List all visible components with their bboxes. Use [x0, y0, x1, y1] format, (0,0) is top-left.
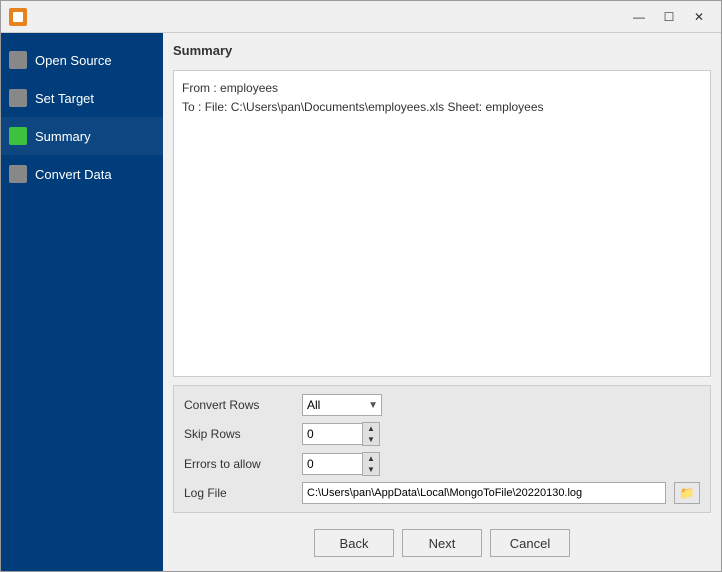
sidebar-item-summary[interactable]: Summary: [1, 117, 163, 155]
errors-spinner: ▲ ▼: [302, 452, 380, 476]
content-area: Summary From : employees To : File: C:\U…: [163, 33, 721, 571]
cancel-button[interactable]: Cancel: [490, 529, 570, 557]
app-icon-inner: [13, 12, 23, 22]
convert-rows-select[interactable]: All Custom: [302, 394, 382, 416]
log-file-browse-button[interactable]: 📁: [674, 482, 700, 504]
skip-rows-input[interactable]: [302, 423, 362, 445]
convert-rows-row: Convert Rows All Custom ▼: [184, 394, 700, 416]
skip-rows-spinner: ▲ ▼: [302, 422, 380, 446]
open-source-icon: [9, 51, 27, 69]
log-file-input[interactable]: [302, 482, 666, 504]
maximize-button[interactable]: ☐: [655, 6, 683, 28]
set-target-label: Set Target: [35, 91, 94, 106]
summary-to: To : File: C:\Users\pan\Documents\employ…: [182, 98, 702, 117]
skip-rows-label: Skip Rows: [184, 427, 294, 441]
skip-rows-row: Skip Rows ▲ ▼: [184, 422, 700, 446]
title-bar-left: [9, 8, 27, 26]
sidebar-item-set-target[interactable]: Set Target: [1, 79, 163, 117]
sidebar-item-convert-data[interactable]: Convert Data: [1, 155, 163, 193]
open-source-label: Open Source: [35, 53, 112, 68]
title-bar: — ☐ ✕: [1, 1, 721, 33]
close-button[interactable]: ✕: [685, 6, 713, 28]
back-button[interactable]: Back: [314, 529, 394, 557]
main-window: — ☐ ✕ Open Source Set Target Summary Con…: [0, 0, 722, 572]
convert-rows-control: All Custom ▼: [302, 394, 382, 416]
minimize-button[interactable]: —: [625, 6, 653, 28]
summary-icon: [9, 127, 27, 145]
convert-data-label: Convert Data: [35, 167, 112, 182]
main-content: Open Source Set Target Summary Convert D…: [1, 33, 721, 571]
to-label: To :: [182, 100, 201, 114]
convert-data-icon: [9, 165, 27, 183]
errors-to-allow-row: Errors to allow ▲ ▼: [184, 452, 700, 476]
convert-rows-label: Convert Rows: [184, 398, 294, 412]
to-value: File: C:\Users\pan\Documents\employees.x…: [205, 100, 544, 114]
log-file-row: Log File 📁: [184, 482, 700, 504]
section-title: Summary: [173, 43, 711, 58]
from-value: employees: [220, 81, 278, 95]
errors-to-allow-label: Errors to allow: [184, 457, 294, 471]
from-label: From :: [182, 81, 217, 95]
sidebar: Open Source Set Target Summary Convert D…: [1, 33, 163, 571]
next-button[interactable]: Next: [402, 529, 482, 557]
skip-rows-down-button[interactable]: ▼: [363, 434, 379, 445]
convert-rows-select-wrapper: All Custom ▼: [302, 394, 382, 416]
errors-buttons: ▲ ▼: [362, 452, 380, 476]
log-file-label: Log File: [184, 486, 294, 500]
set-target-icon: [9, 89, 27, 107]
skip-rows-up-button[interactable]: ▲: [363, 423, 379, 434]
errors-up-button[interactable]: ▲: [363, 453, 379, 464]
app-icon: [9, 8, 27, 26]
folder-icon: 📁: [680, 486, 695, 500]
skip-rows-buttons: ▲ ▼: [362, 422, 380, 446]
errors-down-button[interactable]: ▼: [363, 464, 379, 475]
button-row: Back Next Cancel: [173, 521, 711, 561]
errors-to-allow-input[interactable]: [302, 453, 362, 475]
summary-from: From : employees: [182, 79, 702, 98]
summary-box: From : employees To : File: C:\Users\pan…: [173, 70, 711, 377]
summary-label: Summary: [35, 129, 91, 144]
sidebar-item-open-source[interactable]: Open Source: [1, 41, 163, 79]
form-section: Convert Rows All Custom ▼ Skip Rows: [173, 385, 711, 513]
title-bar-controls: — ☐ ✕: [625, 6, 713, 28]
